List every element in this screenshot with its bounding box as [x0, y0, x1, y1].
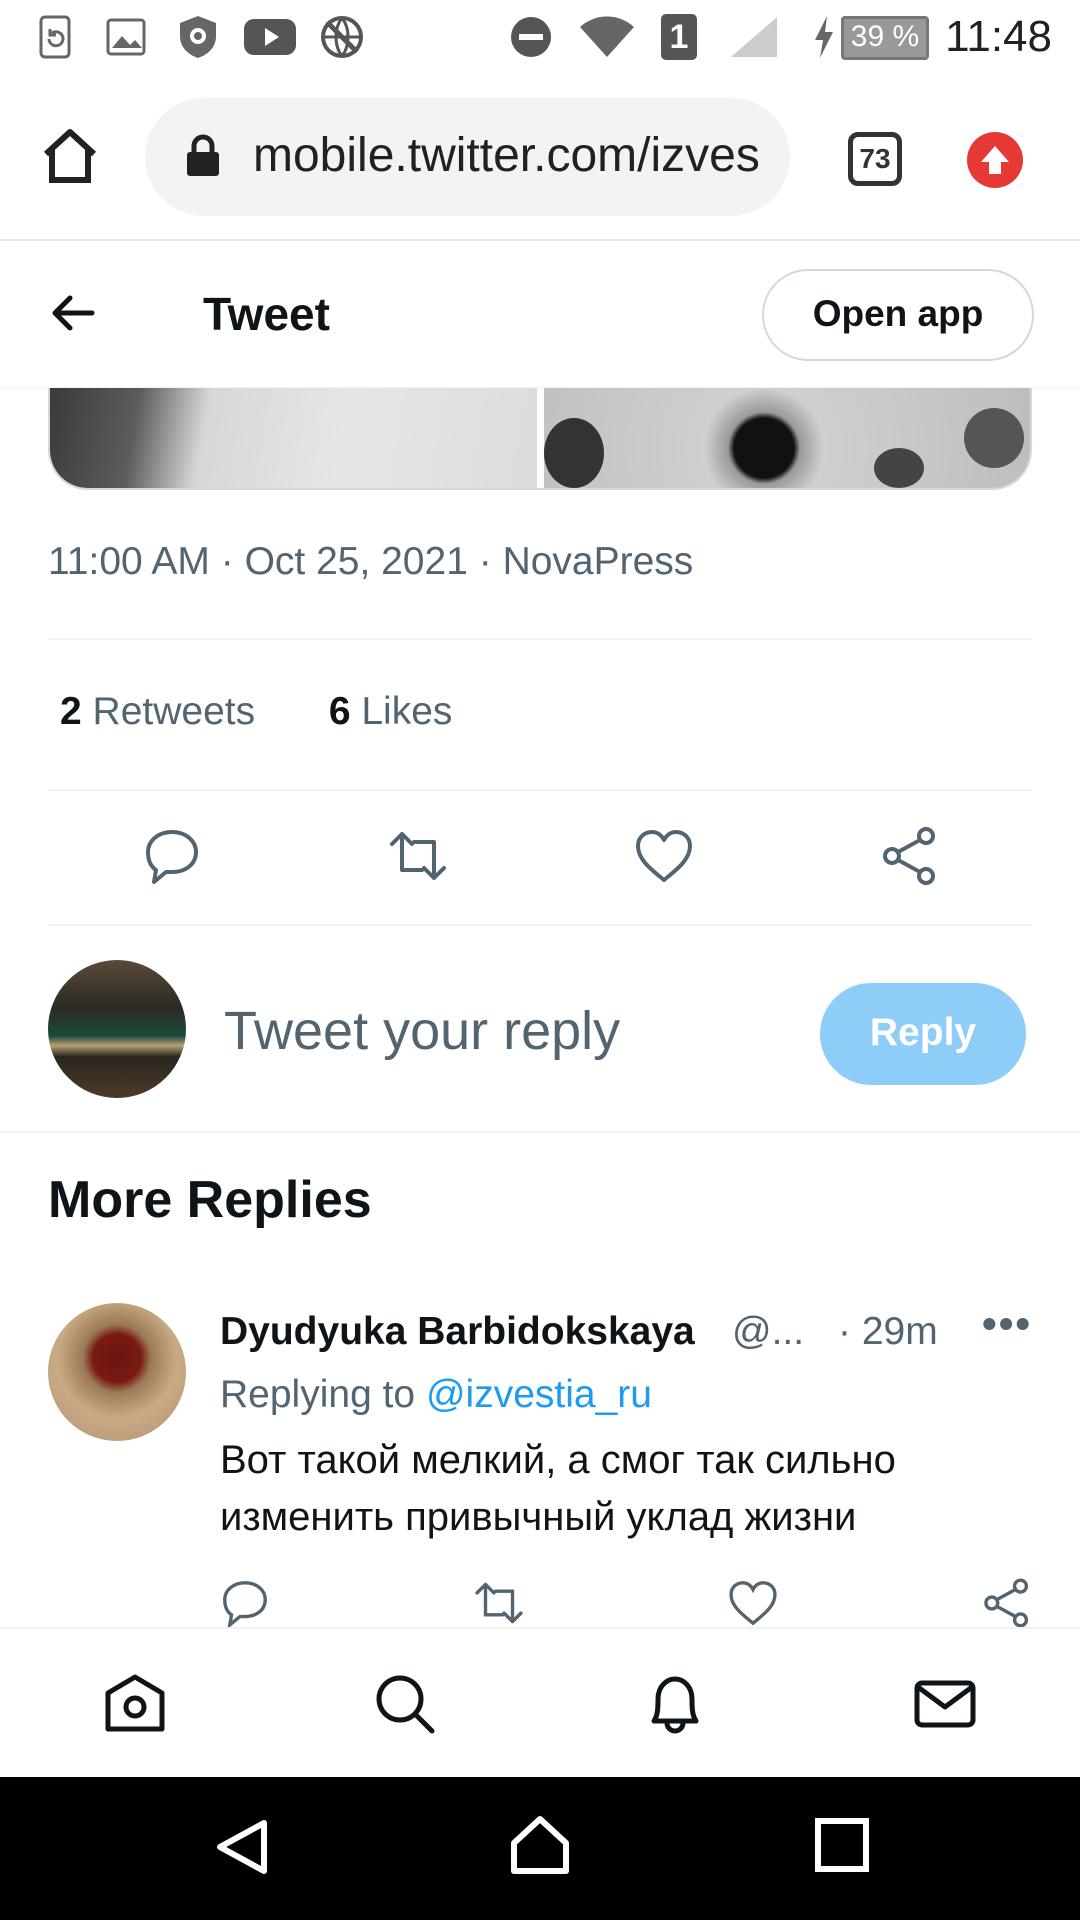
retweets-label: Retweets: [92, 690, 256, 733]
avatar[interactable]: [48, 1303, 186, 1441]
tweet-media[interactable]: [48, 388, 1032, 490]
vpn-icon: [318, 14, 366, 60]
recents-icon[interactable]: [814, 1817, 870, 1873]
replying-to-label: Replying to: [220, 1373, 416, 1416]
meta-separator: ·: [220, 540, 245, 583]
sync-icon: [38, 14, 72, 60]
section-title: More Replies: [48, 1171, 372, 1229]
wifi-icon: [577, 14, 637, 60]
reply-button[interactable]: Reply: [820, 983, 1026, 1085]
page-title: Tweet: [203, 288, 330, 340]
notifications-icon[interactable]: [642, 1671, 708, 1737]
likes-stat[interactable]: 6 Likes: [329, 690, 453, 733]
image-icon: [106, 14, 146, 60]
replying-to: Replying to @izvestia_ru: [220, 1373, 652, 1417]
share-icon[interactable]: [980, 1576, 1034, 1630]
youtube-icon: [243, 14, 297, 60]
tweet-time: 11:00 AM: [48, 540, 210, 583]
divider: [48, 924, 1032, 926]
tweet-header: Tweet Open app: [0, 243, 1080, 388]
home-icon[interactable]: [40, 126, 104, 190]
divider: [48, 789, 1032, 791]
shield-icon: [176, 14, 220, 60]
replying-to-link[interactable]: @izvestia_ru: [426, 1373, 652, 1416]
reply-author-name[interactable]: Dyudyuka Barbidokskaya: [220, 1310, 695, 1354]
reply-icon[interactable]: [140, 824, 204, 888]
like-icon[interactable]: [632, 824, 696, 888]
lock-icon: [185, 134, 225, 180]
home-icon[interactable]: [508, 1813, 572, 1877]
retweets-count: 2: [60, 690, 82, 733]
battery-indicator: 39 %: [835, 16, 929, 60]
charging-icon: [810, 14, 838, 60]
media-image-2[interactable]: [544, 388, 1030, 488]
reply-input[interactable]: Tweet your reply: [224, 1000, 620, 1062]
likes-label: Likes: [361, 690, 453, 733]
avatar[interactable]: [48, 960, 186, 1098]
bottom-navigation: [0, 1627, 1080, 1777]
meta-separator: ·: [478, 540, 503, 583]
url-bar[interactable]: mobile.twitter.com/izves: [145, 98, 790, 216]
retweet-icon[interactable]: [472, 1576, 526, 1630]
status-bar: 1 39 % 11:48: [0, 0, 1080, 76]
retweets-stat[interactable]: 2 Retweets: [60, 690, 255, 733]
reply-author-handle[interactable]: @...: [732, 1310, 804, 1354]
signal-icon: [728, 14, 780, 60]
more-options-icon[interactable]: •••: [982, 1300, 1032, 1348]
system-navigation: [0, 1777, 1080, 1920]
open-app-button[interactable]: Open app: [762, 269, 1034, 361]
back-icon[interactable]: [212, 1817, 272, 1877]
likes-count: 6: [328, 690, 351, 733]
reply-time: · 29m: [838, 1310, 938, 1353]
browser-toolbar: mobile.twitter.com/izves 73: [0, 76, 1080, 241]
update-icon[interactable]: [967, 132, 1023, 188]
retweet-icon[interactable]: [386, 824, 450, 888]
sim-slot-badge: 1: [660, 14, 698, 60]
share-icon[interactable]: [878, 824, 942, 888]
tabs-button[interactable]: 73: [848, 132, 902, 186]
dnd-icon: [508, 14, 554, 60]
reply-icon[interactable]: [218, 1576, 272, 1630]
tweet-source[interactable]: NovaPress: [503, 540, 694, 583]
tweet-stats: 2 Retweets 6 Likes: [60, 690, 452, 734]
divider: [0, 1131, 1080, 1133]
url-text: mobile.twitter.com/izves: [253, 129, 760, 182]
messages-icon[interactable]: [912, 1671, 978, 1737]
clock: 11:48: [945, 12, 1052, 61]
back-arrow-icon[interactable]: [48, 288, 104, 344]
like-icon[interactable]: [726, 1576, 780, 1630]
divider: [48, 638, 1032, 640]
search-icon[interactable]: [372, 1671, 438, 1737]
reply-text: Вот такой мелкий, а смог так сильно изме…: [220, 1438, 896, 1539]
tweet-meta: 11:00 AM · Oct 25, 2021 · NovaPress: [48, 540, 693, 584]
media-image-1[interactable]: [50, 388, 537, 488]
home-icon[interactable]: [102, 1671, 168, 1737]
tweet-date: Oct 25, 2021: [244, 540, 468, 583]
